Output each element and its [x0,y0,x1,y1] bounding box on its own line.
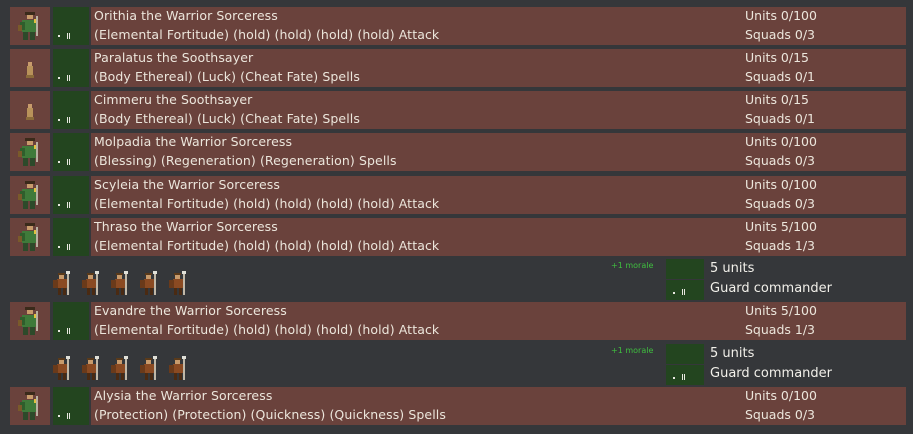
commander-banner-tile [53,91,89,129]
units-count: Units 0/100 [745,388,817,403]
soldier-icon [79,356,103,382]
squad-unit-count: 5 units [710,261,755,276]
squads-count: Squads 0/3 [745,407,815,422]
squads-count: Squads 1/3 [745,322,815,337]
commander-name: Orithia the Warrior Sorceress [94,8,278,23]
commander-banner-tile [53,302,89,340]
commander-row[interactable]: Cimmeru the Soothsayer (Body Ethereal) (… [10,91,906,129]
squads-count: Squads 0/1 [745,111,815,126]
units-count: Units 0/15 [745,92,810,107]
commander-details: (Body Ethereal) (Luck) (Cheat Fate) Spel… [94,69,360,84]
commander-name: Evandre the Warrior Sorceress [94,303,287,318]
units-count: Units 5/100 [745,303,817,318]
commander-banner-tile [53,7,89,45]
soldier-icon [50,356,74,382]
squad-unit-tile [666,259,704,279]
commander-name: Scyleia the Warrior Sorceress [94,177,280,192]
soldier-icon [79,271,103,297]
morale-bonus: +1 morale [611,346,654,355]
soldier-icon [108,271,132,297]
squad-unit-count: 5 units [710,346,755,361]
commander-name: Thraso the Warrior Sorceress [94,219,278,234]
commander-details: (Protection) (Protection) (Quickness) (Q… [94,407,446,422]
squad-unit-tile [666,344,704,364]
soldier-icon [108,356,132,382]
warrior-sorceress-portrait [10,133,50,171]
soothsayer-portrait [10,91,50,129]
commander-info: Evandre the Warrior Sorceress (Elemental… [91,302,906,340]
warrior-sorceress-portrait [10,218,50,256]
commander-info: Paralatus the Soothsayer (Body Ethereal)… [91,49,906,87]
commander-row[interactable]: Scyleia the Warrior Sorceress (Elemental… [10,176,906,214]
commander-info: Alysia the Warrior Sorceress (Protection… [91,387,906,425]
units-count: Units 5/100 [745,219,817,234]
soothsayer-portrait [10,49,50,87]
squads-count: Squads 0/3 [745,196,815,211]
squad-order[interactable]: Guard commander [710,281,832,296]
commander-info: Orithia the Warrior Sorceress (Elemental… [91,7,906,45]
squads-count: Squads 0/1 [745,69,815,84]
commander-details: (Elemental Fortitude) (hold) (hold) (hol… [94,196,440,211]
morale-bonus: +1 morale [611,261,654,270]
soldier-icon [166,356,190,382]
commander-info: Cimmeru the Soothsayer (Body Ethereal) (… [91,91,906,129]
commander-details: (Elemental Fortitude) (hold) (hold) (hol… [94,322,440,337]
commander-details: (Blessing) (Regeneration) (Regeneration)… [94,153,397,168]
squads-count: Squads 1/3 [745,238,815,253]
commander-banner-tile [53,49,89,87]
commander-banner-tile [53,176,89,214]
commander-details: (Body Ethereal) (Luck) (Cheat Fate) Spel… [94,111,360,126]
commander-name: Molpadia the Warrior Sorceress [94,134,293,149]
squad-order-tile[interactable] [666,365,704,385]
commander-row[interactable]: Thraso the Warrior Sorceress (Elemental … [10,218,906,256]
commander-details: (Elemental Fortitude) (hold) (hold) (hol… [94,238,440,253]
commander-name: Cimmeru the Soothsayer [94,92,253,107]
units-count: Units 0/100 [745,8,817,23]
units-count: Units 0/100 [745,177,817,192]
commander-info: Molpadia the Warrior Sorceress (Blessing… [91,133,906,171]
commander-row[interactable]: Alysia the Warrior Sorceress (Protection… [10,387,906,425]
squads-count: Squads 0/3 [745,27,815,42]
commander-row[interactable]: Molpadia the Warrior Sorceress (Blessing… [10,133,906,171]
commander-banner-tile [53,218,89,256]
commander-info: Thraso the Warrior Sorceress (Elemental … [91,218,906,256]
warrior-sorceress-portrait [10,387,50,425]
commander-row[interactable]: Paralatus the Soothsayer (Body Ethereal)… [10,49,906,87]
units-count: Units 0/15 [745,50,810,65]
squad-order[interactable]: Guard commander [710,366,832,381]
squad-row[interactable]: +1 morale 5 units Guard commander [10,344,906,386]
warrior-sorceress-portrait [10,176,50,214]
squad-row[interactable]: +1 morale 5 units Guard commander [10,259,906,301]
squads-count: Squads 0/3 [745,153,815,168]
commander-banner-tile [53,387,89,425]
warrior-sorceress-portrait [10,302,50,340]
warrior-sorceress-portrait [10,7,50,45]
soldier-icon [137,271,161,297]
soldier-icon [166,271,190,297]
commander-row[interactable]: Evandre the Warrior Sorceress (Elemental… [10,302,906,340]
commander-row[interactable]: Orithia the Warrior Sorceress (Elemental… [10,7,906,45]
soldier-icon [50,271,74,297]
commander-name: Paralatus the Soothsayer [94,50,254,65]
squad-order-tile[interactable] [666,280,704,300]
commander-details: (Elemental Fortitude) (hold) (hold) (hol… [94,27,440,42]
commander-name: Alysia the Warrior Sorceress [94,388,273,403]
units-count: Units 0/100 [745,134,817,149]
commander-banner-tile [53,133,89,171]
soldier-icon [137,356,161,382]
commander-info: Scyleia the Warrior Sorceress (Elemental… [91,176,906,214]
